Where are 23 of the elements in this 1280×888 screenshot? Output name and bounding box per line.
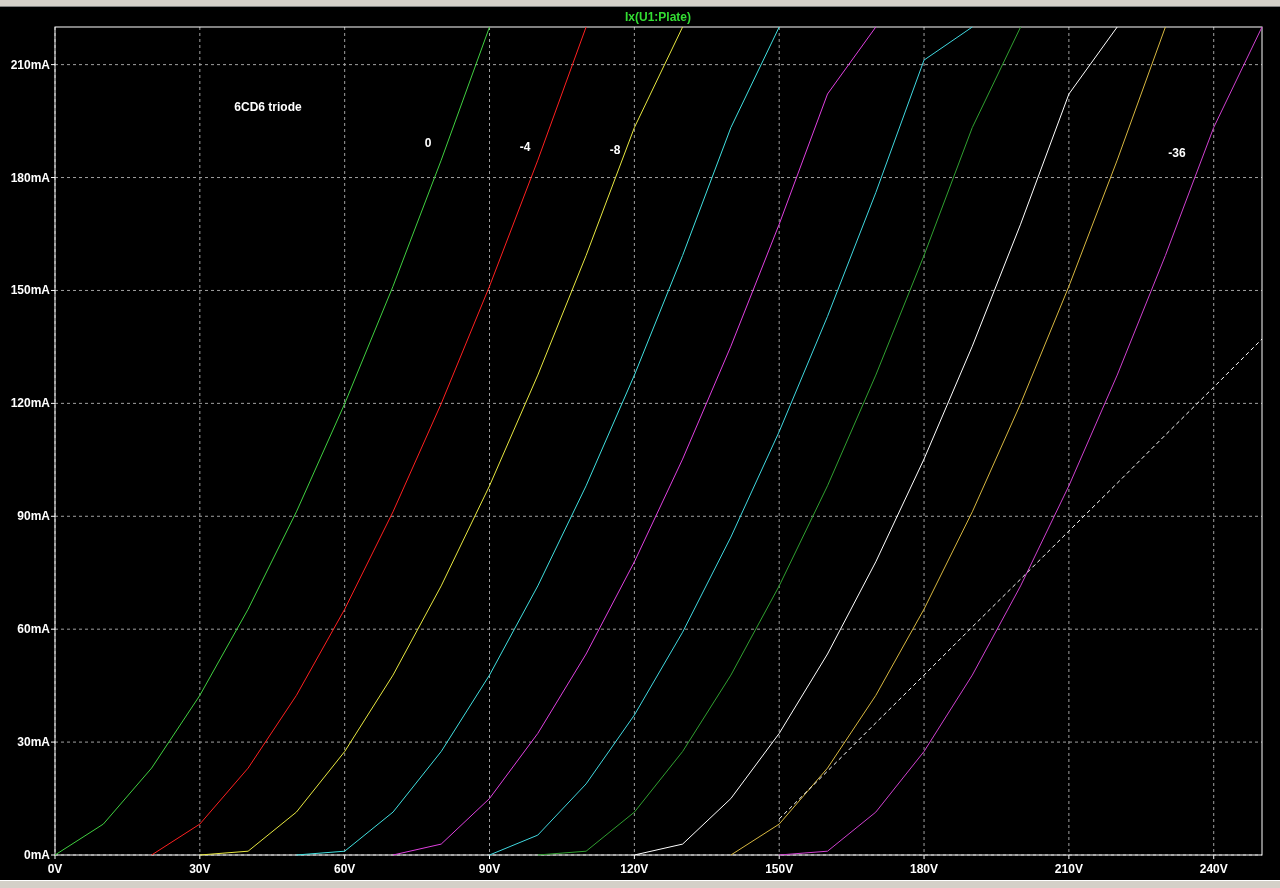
plot-label: 6CD6 triode <box>234 100 302 114</box>
y-tick-label: 120mA <box>10 396 50 411</box>
y-tick-label: 0mA <box>24 848 50 862</box>
x-tick-label: 90V <box>478 862 501 876</box>
x-tick-label: 210V <box>1054 862 1083 876</box>
y-tick-label: 90mA <box>17 509 50 524</box>
x-tick-label: 180V <box>910 862 939 876</box>
x-tick-label: 60V <box>334 862 356 876</box>
plot-label: -4 <box>519 140 531 154</box>
y-tick-label: 210mA <box>10 57 50 72</box>
trace-name[interactable]: Ix(U1:Plate) <box>625 10 691 24</box>
x-tick-label: 0V <box>47 862 63 876</box>
plot-label: -8 <box>609 143 621 157</box>
y-tick-label: 60mA <box>17 622 50 637</box>
plot-label: -36 <box>1168 146 1186 160</box>
x-tick-label: 120V <box>620 862 649 876</box>
y-tick-label: 180mA <box>10 170 50 185</box>
plot-label: 0 <box>424 136 432 150</box>
x-tick-label: 150V <box>765 862 794 876</box>
x-tick-label: 240V <box>1199 862 1228 876</box>
y-tick-label: 150mA <box>10 283 50 298</box>
x-tick-label: 30V <box>189 862 211 876</box>
y-tick-label: 30mA <box>17 735 50 750</box>
